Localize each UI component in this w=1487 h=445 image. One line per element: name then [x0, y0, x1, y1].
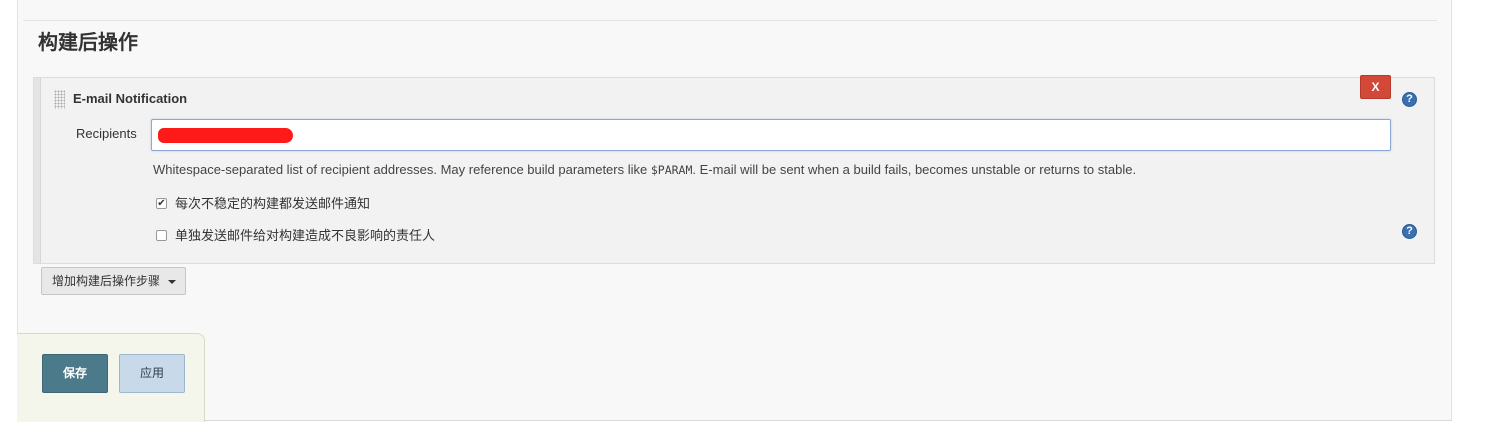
section-title: 构建后操作 — [38, 30, 138, 54]
section-divider — [23, 20, 1437, 21]
help-text-part2: . E-mail will be sent when a build fails… — [692, 162, 1137, 177]
help-icon[interactable]: ? — [1402, 224, 1417, 239]
individual-email-checkbox[interactable] — [156, 230, 167, 241]
publisher-left-bar — [34, 78, 41, 263]
check-icon: ✔ — [157, 198, 166, 209]
redaction-mark — [158, 128, 293, 143]
save-button[interactable]: 保存 — [42, 354, 108, 393]
caret-down-icon — [168, 280, 176, 284]
help-text-part1: Whitespace-separated list of recipient a… — [153, 162, 651, 177]
recipients-label: Recipients — [76, 126, 137, 141]
recipients-input[interactable] — [151, 119, 1391, 151]
recipients-help-text: Whitespace-separated list of recipient a… — [153, 162, 1136, 177]
apply-button[interactable]: 应用 — [119, 354, 185, 393]
individual-email-label: 单独发送邮件给对构建造成不良影响的责任人 — [175, 229, 436, 244]
unstable-build-label: 每次不稳定的构建都发送邮件通知 — [175, 197, 371, 212]
publisher-title: E-mail Notification — [73, 91, 188, 106]
add-post-build-step-button[interactable]: 增加构建后操作步骤 — [41, 267, 186, 295]
drag-handle-icon[interactable] — [54, 90, 65, 109]
add-step-label: 增加构建后操作步骤 — [52, 274, 161, 288]
delete-publisher-button[interactable]: X — [1360, 75, 1391, 99]
help-icon[interactable]: ? — [1402, 92, 1417, 107]
help-text-param: $PARAM — [650, 163, 693, 177]
unstable-build-checkbox[interactable]: ✔ — [156, 198, 167, 209]
